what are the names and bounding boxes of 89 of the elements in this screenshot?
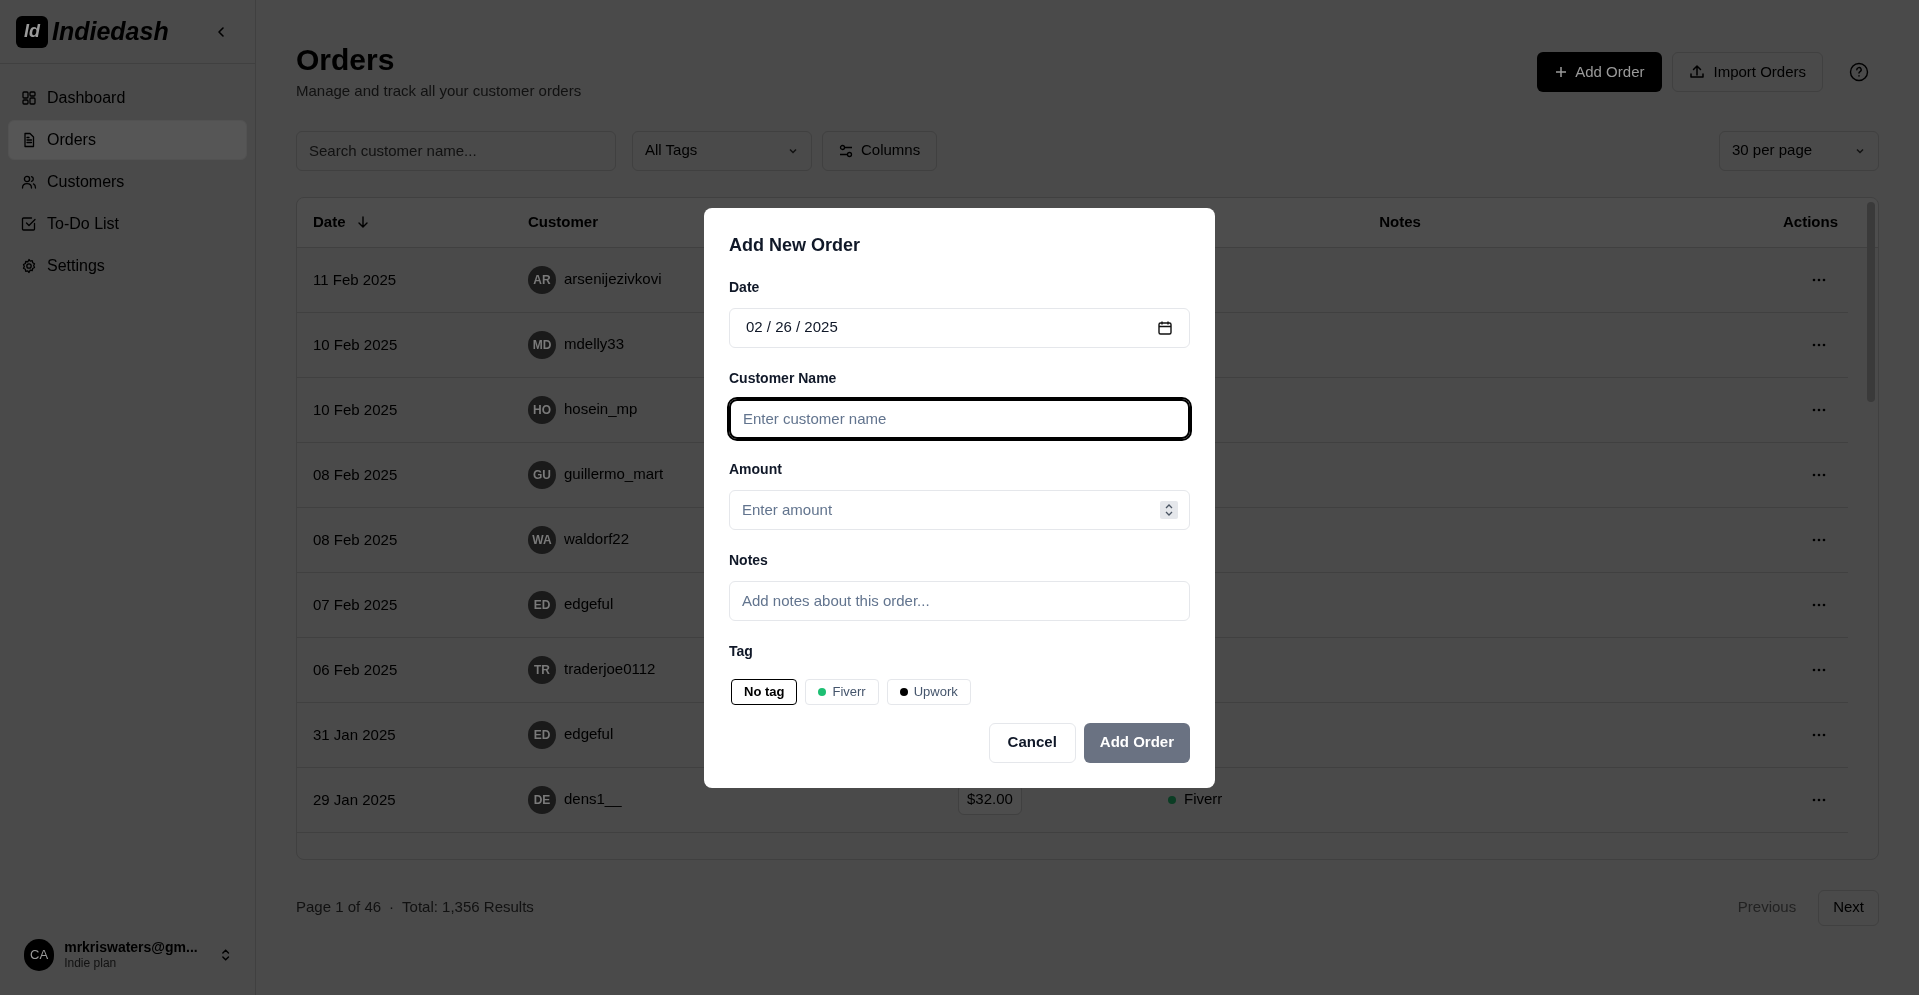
document-icon: [21, 132, 37, 148]
customer-avatar: GU: [528, 460, 556, 489]
users-icon: [21, 174, 37, 190]
tag-label: Fiverr: [1184, 789, 1223, 810]
column-header[interactable]: Notes: [1379, 210, 1421, 234]
import-orders-button[interactable]: Import Orders: [1672, 52, 1823, 92]
sliders-icon: [839, 143, 853, 158]
column-header[interactable]: Actions: [1783, 210, 1838, 234]
customer-avatar: TR: [528, 655, 556, 684]
tag-filter-dropdown[interactable]: All Tags: [632, 130, 812, 171]
customer-name: waldorf22: [564, 529, 630, 550]
sidebar-item[interactable]: To-Do List: [8, 204, 247, 244]
date-field[interactable]: 02 / 26 / 2025: [729, 307, 1190, 348]
date-cell: 08 Feb 2025: [313, 465, 398, 483]
amount-field[interactable]: Enter amount: [729, 489, 1190, 530]
page-title: Orders: [296, 42, 396, 78]
date-cell: 07 Feb 2025: [313, 595, 398, 613]
collapse-icon[interactable]: [215, 25, 227, 38]
more-icon[interactable]: [1812, 732, 1826, 737]
customer-name: guillermo_mart: [564, 464, 664, 485]
customer-name: dens1__: [564, 789, 622, 810]
add-order-button[interactable]: Add Order: [1537, 52, 1663, 92]
columns-button[interactable]: Columns: [822, 130, 938, 171]
cancel-button[interactable]: Cancel: [988, 722, 1076, 763]
field-label: Tag: [729, 641, 754, 661]
total-results: Total: 1,356 Results: [402, 897, 534, 918]
sidebar-item[interactable]: Customers: [8, 162, 247, 202]
customer-avatar: AR: [528, 265, 556, 294]
field-label: Amount: [729, 459, 783, 479]
tag-option[interactable]: Fiverr: [805, 678, 879, 705]
sidebar-item[interactable]: Dashboard: [8, 78, 247, 118]
customer-avatar: WA: [528, 525, 556, 554]
more-icon[interactable]: [1812, 277, 1826, 282]
tag-option[interactable]: Upwork: [886, 678, 971, 705]
sidebar-item[interactable]: Settings: [8, 246, 247, 286]
page-subtitle: Manage and track all your customer orders: [296, 81, 582, 101]
plus-icon: [1555, 66, 1568, 78]
user-email: mrkriswaters@gm...: [64, 938, 198, 956]
more-icon[interactable]: [1812, 342, 1826, 347]
next-button[interactable]: Next: [1818, 889, 1879, 926]
search-field[interactable]: Search customer name...: [296, 130, 616, 171]
customer-name: edgeful: [564, 594, 614, 615]
customer-avatar: ED: [528, 720, 556, 749]
column-header[interactable]: Customer: [528, 210, 598, 234]
more-icon[interactable]: [1812, 472, 1826, 477]
separator-dot: ·: [389, 897, 395, 918]
more-icon[interactable]: [1812, 667, 1826, 672]
date-cell: 06 Feb 2025: [313, 660, 398, 678]
tag-option[interactable]: No tag: [731, 678, 798, 705]
column-header[interactable]: Date: [313, 210, 370, 234]
field-label: Notes: [729, 550, 769, 570]
user-plan: Indie plan: [64, 956, 118, 971]
customer-name: traderjoe0112: [564, 659, 656, 680]
sidebar-item[interactable]: Orders: [8, 120, 247, 160]
help-icon[interactable]: [1849, 62, 1869, 82]
date-cell: 08 Feb 2025: [313, 530, 398, 548]
text-field[interactable]: Enter customer name: [729, 398, 1190, 439]
date-cell: 11 Feb 2025: [313, 270, 397, 288]
date-cell: 31 Jan 2025: [313, 725, 396, 743]
gear-icon: [21, 258, 37, 274]
user-avatar: CA: [24, 938, 55, 971]
date-cell: 10 Feb 2025: [313, 400, 398, 418]
dialog-title: Add New Order: [729, 233, 862, 257]
customer-name: edgeful: [564, 724, 614, 745]
more-icon[interactable]: [1812, 602, 1826, 607]
customer-avatar: MD: [528, 330, 556, 359]
more-icon[interactable]: [1812, 797, 1826, 802]
upload-icon: [1689, 64, 1706, 80]
date-cell: 10 Feb 2025: [313, 335, 398, 353]
customer-avatar: ED: [528, 590, 556, 619]
customer-avatar: HO: [528, 395, 556, 424]
customer-avatar: DE: [528, 785, 556, 814]
stepper-icon[interactable]: [1160, 500, 1178, 519]
customer-name: mdelly33: [564, 334, 625, 355]
brand-name: Indiedash: [52, 15, 169, 47]
customer-name: hosein_mp: [564, 399, 638, 420]
field-label: Customer Name: [729, 368, 838, 388]
grid-icon: [21, 90, 37, 106]
field-label: Date: [729, 277, 761, 297]
calendar-icon: [1157, 319, 1173, 336]
more-icon[interactable]: [1812, 537, 1826, 542]
chevrons-icon[interactable]: [219, 946, 231, 963]
more-icon[interactable]: [1812, 407, 1826, 412]
logo-mark: Id: [16, 15, 48, 48]
page-info: Page 1 of 46: [296, 897, 382, 918]
date-cell: 29 Jan 2025: [313, 790, 396, 808]
per-page-dropdown[interactable]: 30 per page: [1719, 130, 1879, 171]
customer-name: arsenijezivkovi: [564, 269, 662, 290]
checkbox-icon: [21, 216, 37, 232]
